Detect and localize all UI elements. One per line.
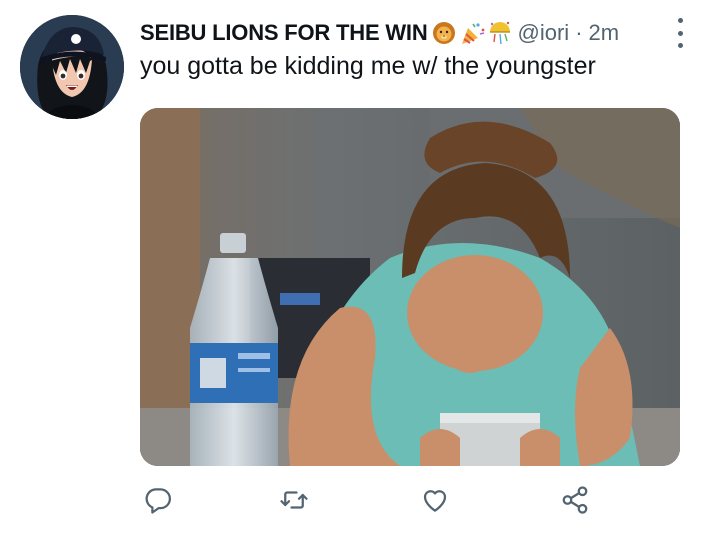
name-emojis [430,20,514,46]
avatar[interactable] [20,15,124,119]
display-name[interactable]: SEIBU LIONS FOR THE WIN [140,20,428,46]
tweet-header: SEIBU LIONS FOR THE WIN @iori · 2m [140,20,619,46]
tweet-actions [0,480,720,522]
party-popper-emoji [461,23,484,44]
retweet-icon [280,491,308,509]
dot [677,30,683,36]
more-options-icon[interactable] [668,16,692,50]
heart-icon [423,490,447,512]
tweet-text: you gotta be kidding me w/ the youngster [140,52,596,80]
tweet-media-gif[interactable] [140,108,680,466]
user-handle[interactable]: @iori [518,20,570,46]
confetti-ball-emoji [489,21,510,45]
dot [677,43,683,48]
retweet-button[interactable] [274,480,314,520]
reply-icon [145,488,171,514]
separator: · [575,20,583,45]
share-icon [562,486,588,514]
gif-image [140,108,680,466]
timestamp[interactable]: 2m [589,20,620,46]
like-button[interactable] [415,480,455,520]
reply-button[interactable] [138,480,178,520]
dot [677,18,683,23]
lion-face-emoji [432,22,455,44]
share-button[interactable] [555,480,595,520]
avatar-image [20,15,124,119]
